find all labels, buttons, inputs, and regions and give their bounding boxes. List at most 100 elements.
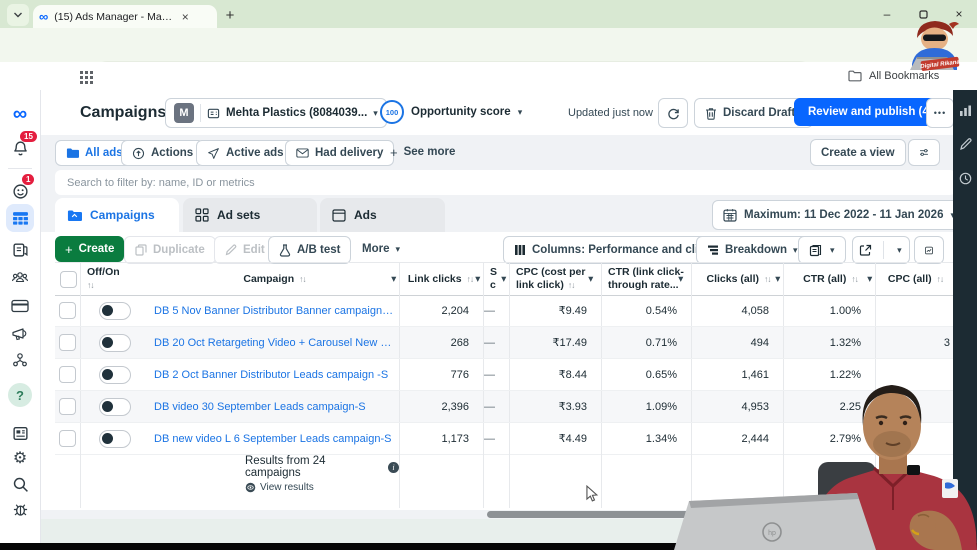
campaign-link[interactable]: DB new video L 6 September Leads campaig… bbox=[154, 433, 391, 445]
account-selector[interactable]: M Mehta Plastics (8084039... ▾ bbox=[165, 98, 387, 128]
export-menu-button[interactable]: ▾ bbox=[890, 245, 909, 256]
col-ctr-link[interactable]: CTR (link click- through rate... ▾ bbox=[602, 263, 692, 295]
chevron-down-icon: ▾ bbox=[793, 244, 798, 255]
settings-gear-icon[interactable]: ⚙ bbox=[0, 445, 40, 471]
window-close-button[interactable]: × bbox=[944, 0, 974, 28]
assets-hierarchy-icon[interactable] bbox=[0, 347, 40, 373]
meta-favicon-icon: ∞ bbox=[39, 9, 49, 24]
campaign-link[interactable]: DB 20 Oct Retargeting Video + Carousel N… bbox=[154, 337, 394, 349]
tab-ad-sets[interactable]: Ad sets bbox=[183, 198, 317, 232]
tab-ads[interactable]: Ads bbox=[320, 198, 445, 232]
score-ring: 100 bbox=[380, 100, 404, 124]
search-icon[interactable] bbox=[0, 471, 40, 497]
row-select-cell bbox=[55, 295, 81, 326]
col-link-clicks[interactable]: Link clicks ↑↓ ▾ bbox=[400, 263, 484, 295]
folder-icon bbox=[66, 148, 79, 158]
window-minimize-button[interactable]: – bbox=[872, 0, 902, 28]
breakdown-icon bbox=[708, 245, 718, 255]
row-checkbox[interactable] bbox=[59, 334, 76, 351]
col-cpc-link[interactable]: CPC (cost per link click) ↑↓ ▾ bbox=[510, 263, 602, 295]
tab-campaigns[interactable]: Campaigns bbox=[55, 198, 179, 232]
history-clock-icon[interactable] bbox=[953, 166, 977, 190]
campaign-toggle[interactable] bbox=[98, 301, 131, 320]
create-view-button[interactable]: Create a view bbox=[810, 139, 906, 166]
cell-link_clicks: 268 bbox=[400, 327, 484, 358]
select-all-checkbox[interactable] bbox=[60, 270, 77, 288]
review-publish-button[interactable]: Review and publish (4) bbox=[794, 98, 947, 126]
bug-report-icon[interactable] bbox=[0, 496, 40, 522]
charts-panel-button[interactable] bbox=[914, 236, 944, 264]
cell-cpc: ₹3.93 bbox=[510, 391, 602, 422]
cell-link_clicks: 2,396 bbox=[400, 391, 484, 422]
more-button[interactable]: More ▾ bbox=[352, 236, 410, 262]
col-off-on[interactable]: Off/On ↑↓ bbox=[81, 263, 148, 295]
horizontal-scrollbar[interactable] bbox=[55, 511, 938, 519]
filter-chip-actions[interactable]: Actions bbox=[121, 140, 205, 166]
billing-card-icon[interactable] bbox=[0, 293, 40, 319]
view-settings-button[interactable] bbox=[908, 139, 940, 166]
help-button[interactable]: ? bbox=[8, 383, 32, 407]
export-split-button[interactable]: ▾ bbox=[852, 236, 910, 264]
row-checkbox[interactable] bbox=[59, 430, 76, 447]
edit-pencil-icon[interactable] bbox=[953, 132, 977, 156]
breakdown-button[interactable]: Breakdown ▾ bbox=[696, 236, 809, 264]
info-icon[interactable]: i bbox=[388, 461, 399, 473]
row-checkbox[interactable] bbox=[59, 398, 76, 415]
browser-tab[interactable]: ∞ (15) Ads Manager - Manage ad × bbox=[33, 5, 217, 28]
filter-chip-active-ads[interactable]: Active ads bbox=[196, 140, 295, 166]
window-restore-button[interactable] bbox=[908, 0, 938, 28]
row-checkbox[interactable] bbox=[59, 302, 76, 319]
view-results-link[interactable]: View results bbox=[245, 482, 399, 493]
cell-cpc: ₹8.44 bbox=[510, 359, 602, 390]
audiences-people-icon[interactable] bbox=[0, 264, 40, 290]
col-truncated[interactable]: S c ▾ bbox=[484, 263, 510, 295]
new-tab-button[interactable]: + bbox=[218, 3, 242, 27]
toggle-knob bbox=[101, 304, 113, 316]
opportunity-score[interactable]: 100 Opportunity score ▾ bbox=[380, 98, 522, 126]
tab-search-button[interactable] bbox=[7, 4, 29, 26]
campaign-link[interactable]: DB 5 Nov Banner Distributor Banner campa… bbox=[154, 305, 394, 317]
duplicate-button[interactable]: Duplicate bbox=[124, 236, 216, 264]
inbox-smiley-icon[interactable] bbox=[0, 178, 40, 204]
scrollbar-thumb[interactable] bbox=[487, 511, 837, 518]
ads-manager-active-item[interactable] bbox=[6, 204, 34, 232]
table-header: Off/On ↑↓ Campaign ↑↓ ▾ Link clicks ↑↓ ▾… bbox=[55, 262, 953, 296]
news-icon[interactable] bbox=[0, 420, 40, 446]
charts-icon[interactable] bbox=[953, 98, 977, 122]
pages-icon[interactable] bbox=[0, 236, 40, 262]
more-options-button[interactable]: ••• bbox=[926, 98, 954, 128]
grid-rule bbox=[510, 450, 602, 508]
campaign-toggle[interactable] bbox=[98, 365, 131, 384]
edit-label: Edit bbox=[243, 244, 265, 256]
campaign-toggle[interactable] bbox=[98, 397, 131, 416]
search-input[interactable] bbox=[55, 170, 956, 195]
date-range-selector[interactable]: Maximum: 11 Dec 2022 - 11 Jan 2026 ▾ bbox=[712, 200, 966, 230]
col-campaign[interactable]: Campaign ↑↓ ▾ bbox=[148, 263, 400, 295]
tab-close-icon[interactable]: × bbox=[178, 10, 192, 24]
campaign-link[interactable]: DB video 30 September Leads campaign-S bbox=[154, 401, 366, 413]
reports-button[interactable]: ▾ bbox=[798, 236, 846, 264]
more-label: More bbox=[362, 243, 390, 255]
create-button[interactable]: + Create bbox=[55, 236, 125, 262]
see-more-button[interactable]: + See more bbox=[382, 140, 463, 164]
col-ctr-all[interactable]: CTR (all) ↑↓ ▾ bbox=[784, 263, 876, 295]
campaign-toggle[interactable] bbox=[98, 333, 131, 352]
create-view-label: Create a view bbox=[821, 146, 895, 159]
campaign-toggle[interactable] bbox=[98, 429, 131, 448]
export-button[interactable] bbox=[853, 244, 877, 257]
sort-icon: ↑↓ bbox=[851, 273, 858, 284]
campaign-link[interactable]: DB 2 Oct Banner Distributor Leads campai… bbox=[154, 369, 388, 381]
filter-chip-had-delivery[interactable]: Had delivery bbox=[285, 140, 395, 166]
updated-status: Updated just now bbox=[568, 106, 653, 119]
col-cpc-all[interactable]: CPC (all) ↑↓ bbox=[876, 263, 953, 295]
ab-test-button[interactable]: A/B test bbox=[268, 236, 352, 264]
megaphone-icon[interactable] bbox=[0, 321, 40, 347]
grid-rule bbox=[81, 450, 148, 508]
edit-button[interactable]: Edit bbox=[214, 236, 276, 264]
apps-grid-icon[interactable] bbox=[80, 68, 98, 86]
toggle-knob bbox=[101, 368, 113, 380]
col-clicks-all[interactable]: Clicks (all) ↑↓ ▾ bbox=[692, 263, 784, 295]
refresh-button[interactable] bbox=[658, 98, 688, 128]
row-checkbox[interactable] bbox=[59, 366, 76, 383]
all-bookmarks-button[interactable]: All Bookmarks bbox=[848, 66, 939, 86]
